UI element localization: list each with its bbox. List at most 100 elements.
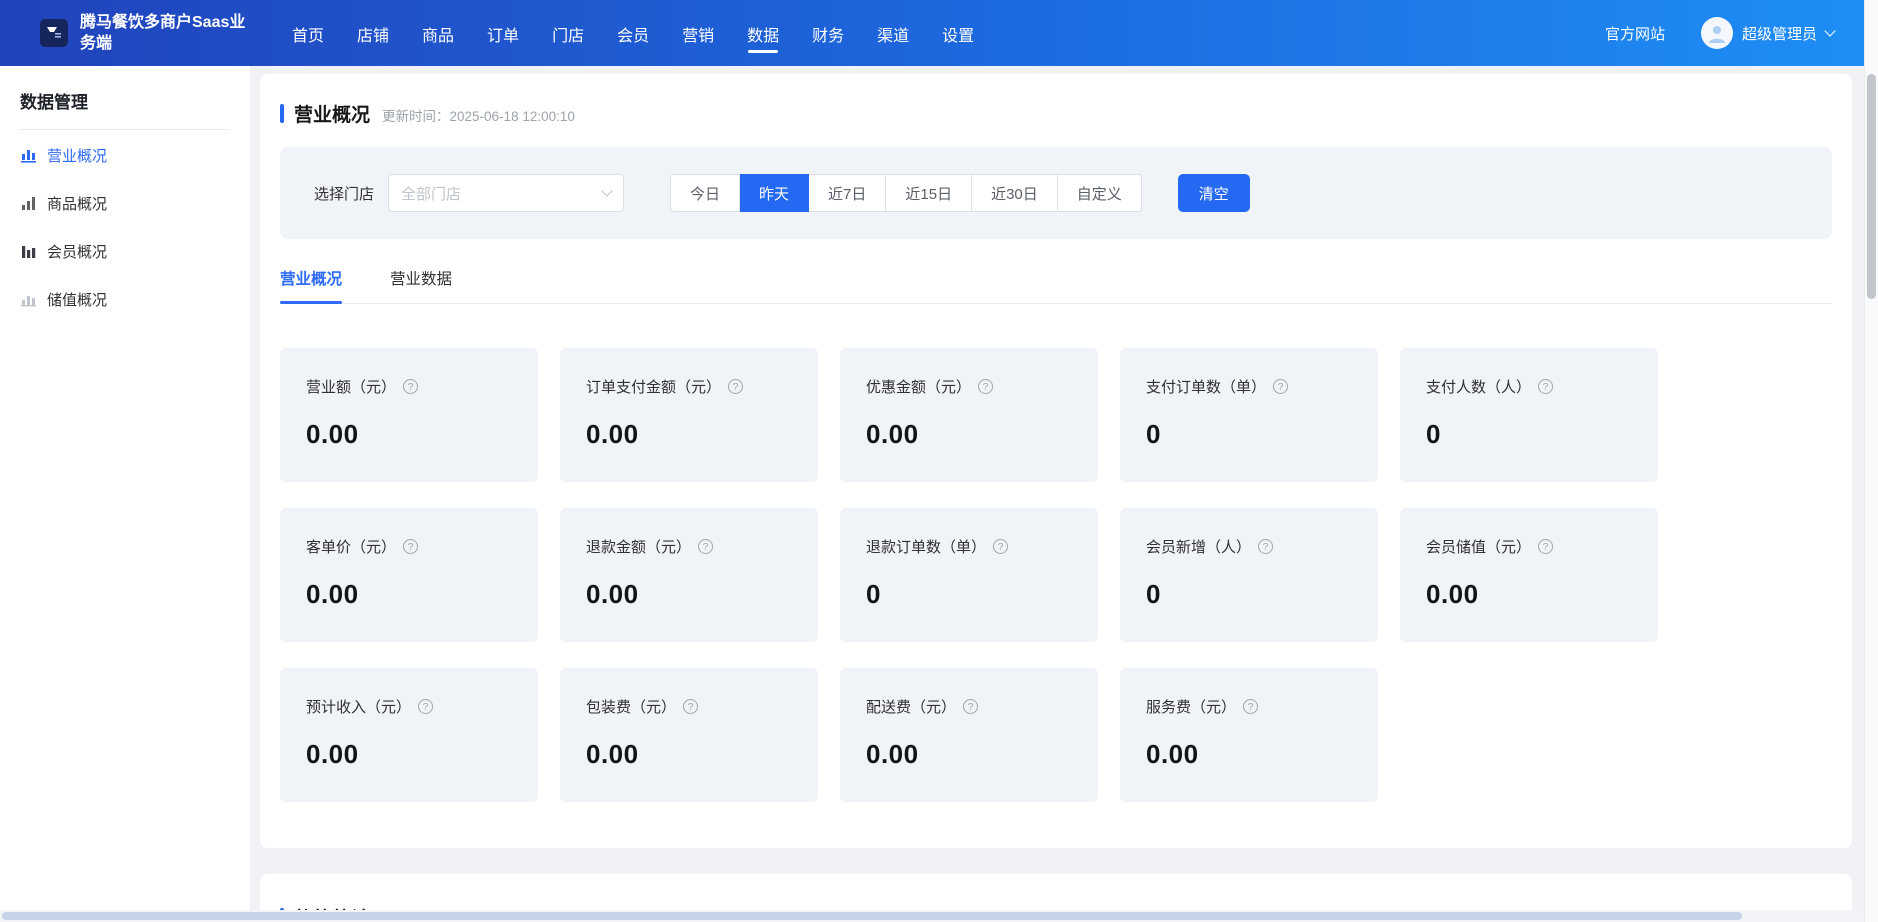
brand: 腾马餐饮多商户Saas业务端 bbox=[0, 12, 270, 54]
stat-card-delivery-fee: 配送费（元） 0.00 bbox=[840, 668, 1098, 802]
stat-label: 支付订单数（单） bbox=[1146, 376, 1266, 397]
tab-business-data[interactable]: 营业数据 bbox=[390, 267, 452, 303]
nav-item-finance[interactable]: 财务 bbox=[812, 0, 844, 66]
bar-chart-icon bbox=[20, 291, 37, 307]
nav-item-members[interactable]: 会员 bbox=[617, 0, 649, 66]
updated-time: 更新时间：2025-06-18 12:00:10 bbox=[382, 105, 575, 125]
stat-label: 营业额（元） bbox=[306, 376, 396, 397]
range-7days-button[interactable]: 近7日 bbox=[809, 174, 886, 212]
clear-button[interactable]: 清空 bbox=[1178, 174, 1250, 212]
vertical-scrollbar bbox=[1864, 0, 1878, 922]
sidebar-item-member-overview[interactable]: 会员概况 bbox=[0, 228, 250, 274]
top-navbar: 腾马餐饮多商户Saas业务端 首页 店铺 商品 订单 门店 会员 营销 数据 财… bbox=[0, 0, 1864, 66]
help-icon[interactable] bbox=[698, 539, 713, 554]
avatar bbox=[1701, 17, 1733, 49]
stat-label: 支付人数（人） bbox=[1426, 376, 1531, 397]
range-30days-button[interactable]: 近30日 bbox=[972, 174, 1058, 212]
bar-chart-icon bbox=[20, 195, 37, 211]
help-icon[interactable] bbox=[1538, 539, 1553, 554]
main-nav: 首页 店铺 商品 订单 门店 会员 营销 数据 财务 渠道 设置 bbox=[292, 0, 974, 66]
stat-value: 0 bbox=[1426, 419, 1632, 450]
date-range-group: 今日 昨天 近7日 近15日 近30日 自定义 bbox=[670, 174, 1142, 212]
nav-item-data[interactable]: 数据 bbox=[747, 0, 779, 66]
bar-chart-icon bbox=[20, 243, 37, 259]
stat-value: 0.00 bbox=[306, 419, 512, 450]
tab-business-overview[interactable]: 营业概况 bbox=[280, 267, 342, 303]
stat-card-refund-orders: 退款订单数（单） 0 bbox=[840, 508, 1098, 642]
help-icon[interactable] bbox=[1538, 379, 1553, 394]
help-icon[interactable] bbox=[403, 379, 418, 394]
help-icon[interactable] bbox=[1243, 699, 1258, 714]
range-yesterday-button[interactable]: 昨天 bbox=[740, 174, 809, 212]
help-icon[interactable] bbox=[963, 699, 978, 714]
help-icon[interactable] bbox=[978, 379, 993, 394]
nav-item-stores[interactable]: 门店 bbox=[552, 0, 584, 66]
help-icon[interactable] bbox=[418, 699, 433, 714]
chevron-down-icon bbox=[601, 185, 612, 196]
nav-item-shop[interactable]: 店铺 bbox=[357, 0, 389, 66]
stat-card-discount-amount: 优惠金额（元） 0.00 bbox=[840, 348, 1098, 482]
sidebar-item-label: 营业概况 bbox=[47, 145, 107, 166]
sidebar-item-label: 储值概况 bbox=[47, 289, 107, 310]
stat-label: 服务费（元） bbox=[1146, 696, 1236, 717]
stat-value: 0.00 bbox=[586, 579, 792, 610]
stat-label: 配送费（元） bbox=[866, 696, 956, 717]
stat-card-refund-amount: 退款金额（元） 0.00 bbox=[560, 508, 818, 642]
stat-card-revenue: 营业额（元） 0.00 bbox=[280, 348, 538, 482]
stat-card-expected-income: 预计收入（元） 0.00 bbox=[280, 668, 538, 802]
stat-card-avg-order-value: 客单价（元） 0.00 bbox=[280, 508, 538, 642]
range-15days-button[interactable]: 近15日 bbox=[886, 174, 972, 212]
stat-card-service-fee: 服务费（元） 0.00 bbox=[1120, 668, 1378, 802]
section-header: 营业概况 更新时间：2025-06-18 12:00:10 bbox=[280, 100, 1832, 127]
help-icon[interactable] bbox=[403, 539, 418, 554]
range-custom-button[interactable]: 自定义 bbox=[1058, 174, 1142, 212]
bar-chart-icon bbox=[20, 147, 37, 163]
nav-item-home[interactable]: 首页 bbox=[292, 0, 324, 66]
sidebar-item-label: 商品概况 bbox=[47, 193, 107, 214]
store-select-placeholder: 全部门店 bbox=[401, 183, 461, 204]
sidebar-item-label: 会员概况 bbox=[47, 241, 107, 262]
stat-card-packaging-fee: 包装费（元） 0.00 bbox=[560, 668, 818, 802]
stat-value: 0.00 bbox=[1146, 739, 1352, 770]
nav-item-settings[interactable]: 设置 bbox=[942, 0, 974, 66]
section-title: 营业概况 bbox=[294, 100, 370, 127]
stat-value: 0.00 bbox=[866, 739, 1072, 770]
main-content: 营业概况 更新时间：2025-06-18 12:00:10 选择门店 全部门店 … bbox=[250, 66, 1864, 922]
stat-label: 预计收入（元） bbox=[306, 696, 411, 717]
stat-value: 0.00 bbox=[306, 579, 512, 610]
stat-label: 退款订单数（单） bbox=[866, 536, 986, 557]
nav-item-marketing[interactable]: 营销 bbox=[682, 0, 714, 66]
horizontal-scrollbar-thumb[interactable] bbox=[2, 912, 1742, 920]
chevron-down-icon bbox=[1824, 25, 1835, 36]
help-icon[interactable] bbox=[993, 539, 1008, 554]
nav-item-orders[interactable]: 订单 bbox=[487, 0, 519, 66]
help-icon[interactable] bbox=[728, 379, 743, 394]
user-name: 超级管理员 bbox=[1742, 23, 1817, 44]
vertical-scrollbar-thumb[interactable] bbox=[1867, 74, 1876, 299]
sidebar-item-goods-overview[interactable]: 商品概况 bbox=[0, 180, 250, 226]
official-site-link[interactable]: 官方网站 bbox=[1605, 23, 1665, 44]
stat-label: 包装费（元） bbox=[586, 696, 676, 717]
nav-item-goods[interactable]: 商品 bbox=[422, 0, 454, 66]
range-today-button[interactable]: 今日 bbox=[670, 174, 740, 212]
user-menu[interactable]: 超级管理员 bbox=[1701, 17, 1834, 49]
stat-value: 0.00 bbox=[306, 739, 512, 770]
store-select[interactable]: 全部门店 bbox=[388, 174, 624, 212]
help-icon[interactable] bbox=[1258, 539, 1273, 554]
divider bbox=[20, 129, 230, 130]
stat-label: 会员储值（元） bbox=[1426, 536, 1531, 557]
stat-label: 会员新增（人） bbox=[1146, 536, 1251, 557]
stat-value: 0 bbox=[1146, 579, 1352, 610]
nav-item-channels[interactable]: 渠道 bbox=[877, 0, 909, 66]
sidebar-item-stored-value-overview[interactable]: 储值概况 bbox=[0, 276, 250, 322]
stat-value: 0.00 bbox=[1426, 579, 1632, 610]
stat-card-paying-users: 支付人数（人） 0 bbox=[1400, 348, 1658, 482]
overview-tabs: 营业概况 营业数据 bbox=[280, 267, 1832, 304]
sidebar-item-business-overview[interactable]: 营业概况 bbox=[0, 132, 250, 178]
sidebar-title: 数据管理 bbox=[0, 66, 250, 129]
app-logo bbox=[40, 19, 68, 47]
stat-value: 0 bbox=[866, 579, 1072, 610]
help-icon[interactable] bbox=[1273, 379, 1288, 394]
business-overview-panel: 营业概况 更新时间：2025-06-18 12:00:10 选择门店 全部门店 … bbox=[260, 74, 1852, 848]
help-icon[interactable] bbox=[683, 699, 698, 714]
